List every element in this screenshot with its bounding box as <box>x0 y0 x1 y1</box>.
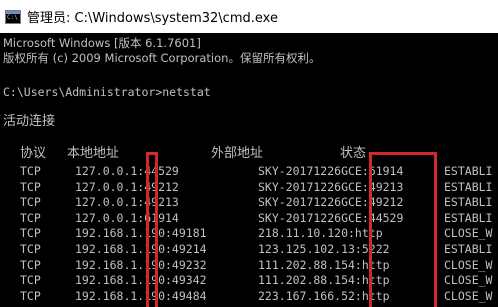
cmd-icon[interactable] <box>5 9 21 24</box>
cell-proto: TCP <box>20 179 41 194</box>
cell-local-address: 127.0.0.1:61914 <box>75 210 179 225</box>
cell-proto: TCP <box>20 242 41 256</box>
cell-local-address: 127.0.0.1:49212 <box>75 179 179 194</box>
cell-state: CLOSE_W <box>444 273 493 288</box>
cmd-window: 管理员: C:\Windows\system32\cmd.exe Microso… <box>0 0 498 307</box>
cell-local-address: 192.168.1.190:49484 <box>75 288 207 303</box>
cell-state: ESTABLI <box>444 195 493 210</box>
cell-proto: TCP <box>20 257 41 272</box>
cell-local-address: 192.168.1.190:49214 <box>75 242 207 256</box>
cell-state: CLOSE_W <box>444 226 493 241</box>
console-output[interactable]: Microsoft Windows [版本 6.1.7601] 版权所有 (c)… <box>0 33 498 307</box>
cell-proto: TCP <box>20 273 41 288</box>
cell-state: ESTABLI <box>444 179 493 194</box>
cell-local-address: 192.168.1.190:49232 <box>75 257 207 272</box>
cell-local-address: 127.0.0.1:44529 <box>75 164 179 178</box>
cell-local-address: 192.168.1.190:49181 <box>75 226 207 241</box>
cell-proto: TCP <box>20 195 41 210</box>
header-state: 状态 <box>340 146 367 161</box>
cell-local-address: 192.168.1.190:49342 <box>75 273 207 288</box>
title-bar[interactable]: 管理员: C:\Windows\system32\cmd.exe <box>0 0 498 33</box>
section-title: 活动连接 <box>3 114 56 129</box>
cell-state: ESTABLI <box>444 242 493 256</box>
command-prompt: C:\Users\Administrator>netstat <box>3 85 211 99</box>
cell-state: CLOSE_W <box>444 288 493 303</box>
banner-line-1: Microsoft Windows [版本 6.1.7601] <box>3 36 201 50</box>
cell-proto: TCP <box>20 164 41 178</box>
cell-state: ESTABLI <box>444 210 493 225</box>
cell-state: ESTABLI <box>444 164 493 178</box>
cell-proto: TCP <box>20 288 41 303</box>
cell-proto: TCP <box>20 210 41 225</box>
window-title: 管理员: C:\Windows\system32\cmd.exe <box>27 11 278 26</box>
header-proto: 协议 <box>20 146 47 161</box>
header-foreign: 外部地址 <box>211 146 264 161</box>
highlight-foreign-port <box>369 152 437 307</box>
header-local: 本地地址 <box>67 146 120 161</box>
banner-line-2: 版权所有 (c) 2009 Microsoft Corporation。保留所有… <box>3 51 321 65</box>
cell-foreign-address: 218.11.10.120:http <box>258 226 383 241</box>
cell-state: CLOSE_W <box>444 257 493 272</box>
highlight-local-port <box>146 152 158 307</box>
cell-local-address: 127.0.0.1:49213 <box>75 195 179 210</box>
cell-proto: TCP <box>20 226 41 241</box>
